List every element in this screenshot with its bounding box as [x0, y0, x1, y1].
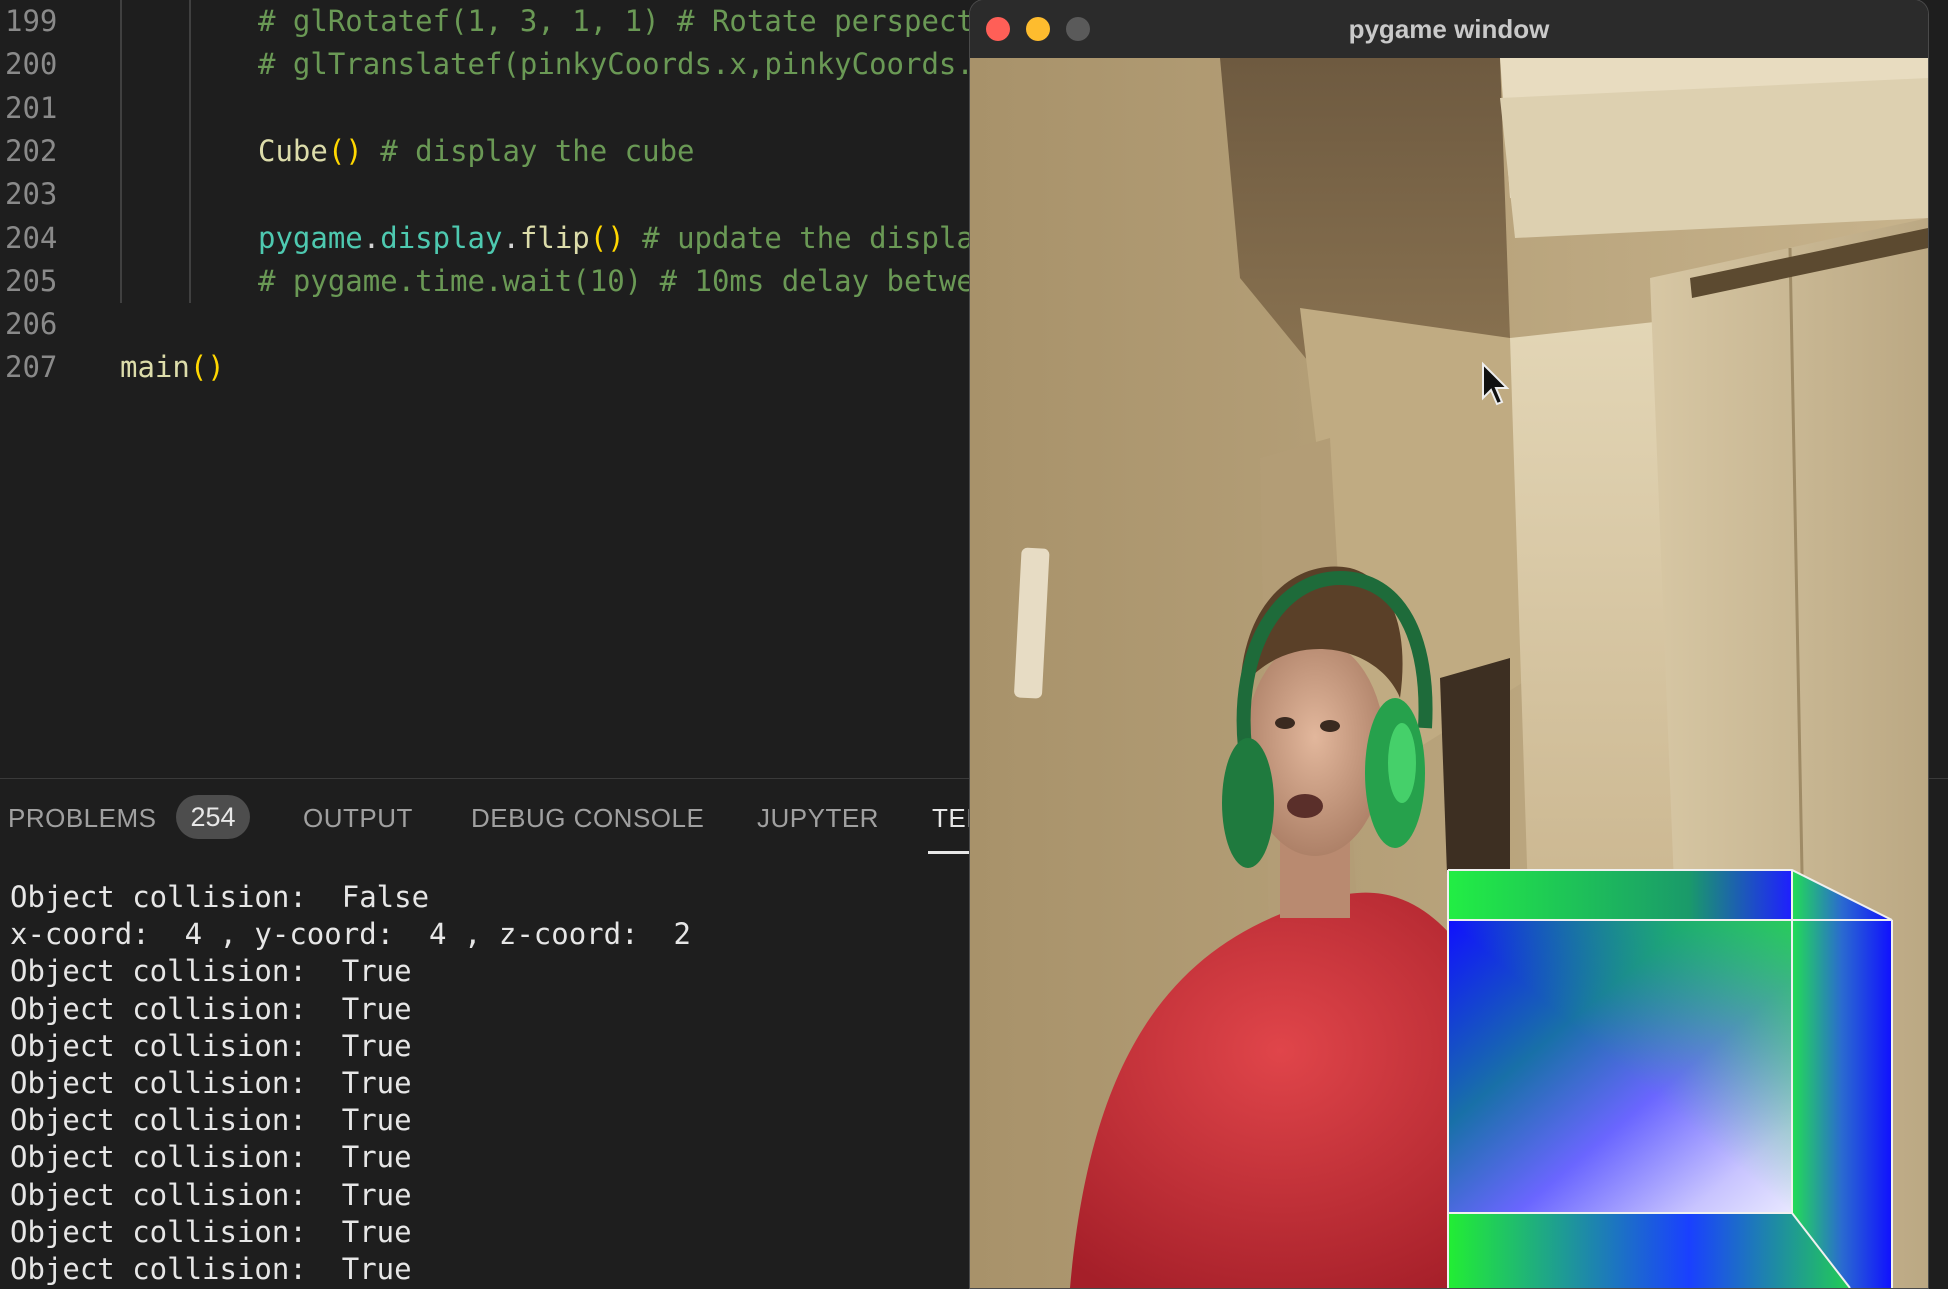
code-token: (): [589, 220, 625, 255]
terminal-line: Object collision: True: [10, 1177, 412, 1212]
line-number: 202: [5, 133, 58, 168]
terminal-line: Object collision: True: [10, 1103, 412, 1138]
code-line[interactable]: 207 main(): [0, 346, 970, 389]
code-line[interactable]: 202 Cube() # display the cube: [0, 130, 970, 173]
code-token: # pygame.time.wait(10) # 10ms delay betw…: [258, 263, 974, 298]
code-text: # glRotatef(1, 3, 1, 1) # Rotate perspec…: [258, 0, 974, 43]
terminal-line: Object collision: True: [10, 1251, 412, 1286]
problems-count-badge: 254: [176, 795, 250, 839]
window-title: pygame window: [1348, 14, 1550, 44]
code-token: main: [120, 350, 190, 385]
tab-terminal[interactable]: TEI: [932, 803, 974, 834]
webcam-scene: [970, 58, 1928, 1288]
code-line[interactable]: 206: [0, 303, 970, 346]
line-number: 200: [5, 47, 58, 82]
line-number: 206: [5, 307, 58, 342]
active-tab-indicator: [928, 851, 972, 854]
code-token: # glRotatef(1, 3, 1, 1) # Rotate perspec…: [258, 4, 974, 38]
code-line[interactable]: 204 pygame.display.flip() # update the di…: [0, 217, 974, 260]
code-text: # glTranslatef(pinkyCoords.x,pinkyCoords…: [258, 43, 974, 86]
line-number: 203: [5, 177, 58, 212]
code-token: .: [502, 220, 520, 255]
code-text: Cube() # display the cube: [258, 130, 695, 173]
code-line[interactable]: 203: [0, 173, 970, 216]
tab-debug-console[interactable]: DEBUG CONSOLE: [471, 803, 704, 834]
terminal-line: Object collision: False: [10, 880, 430, 914]
code-token: display: [380, 220, 503, 255]
terminal-line: Object collision: True: [10, 1065, 412, 1100]
terminal-output[interactable]: Object collision: False x-coord: 4 , y-co…: [10, 879, 960, 1288]
code-token: # display the cube: [362, 133, 695, 168]
pygame-window[interactable]: pygame window: [970, 0, 1928, 1288]
terminal-line: Object collision: True: [10, 1028, 412, 1063]
code-text: pygame.display.flip() # update the displ…: [258, 217, 974, 260]
terminal-line: Object collision: True: [10, 991, 412, 1026]
terminal-line: x-coord: 4 , y-coord: 4 , z-coord: 2: [10, 917, 691, 952]
code-token: # update the displa: [624, 220, 974, 255]
code-line[interactable]: 201: [0, 87, 970, 130]
code-token: flip: [519, 220, 590, 255]
terminal-line: Object collision: True: [10, 1140, 412, 1175]
3d-cube: [1447, 869, 1893, 1288]
code-text: # pygame.time.wait(10) # 10ms delay betw…: [258, 260, 974, 303]
webcam-canvas[interactable]: [970, 58, 1928, 1288]
code-token: (): [327, 133, 363, 168]
code-line[interactable]: 205 # pygame.time.wait(10) # 10ms delay b…: [0, 260, 974, 303]
code-token: # glTranslatef(pinkyCoords.x,pinkyCoords…: [258, 47, 974, 82]
tab-jupyter[interactable]: JUPYTER: [757, 803, 879, 834]
code-line[interactable]: 200 # glTranslatef(pinkyCoords.x,pinkyCoo…: [0, 43, 974, 86]
code-token: (): [189, 350, 225, 385]
code-token: pygame: [258, 220, 363, 255]
tab-output[interactable]: OUTPUT: [303, 803, 413, 834]
code-text: main(): [120, 346, 225, 389]
line-number: 204: [5, 220, 58, 255]
terminal-line: Object collision: True: [10, 1214, 412, 1249]
line-number: 199: [5, 4, 58, 38]
terminal-line: Object collision: True: [10, 954, 412, 989]
code-line[interactable]: 199 # glRotatef(1, 3, 1, 1) # Rotate pers…: [0, 0, 974, 43]
window-titlebar[interactable]: pygame window: [970, 0, 1928, 59]
code-token: .: [362, 220, 381, 255]
line-number: 205: [5, 263, 58, 298]
line-number: 201: [5, 90, 58, 125]
tab-problems[interactable]: PROBLEMS: [8, 803, 157, 834]
code-token: Cube: [258, 133, 328, 168]
line-number: 207: [5, 350, 58, 385]
